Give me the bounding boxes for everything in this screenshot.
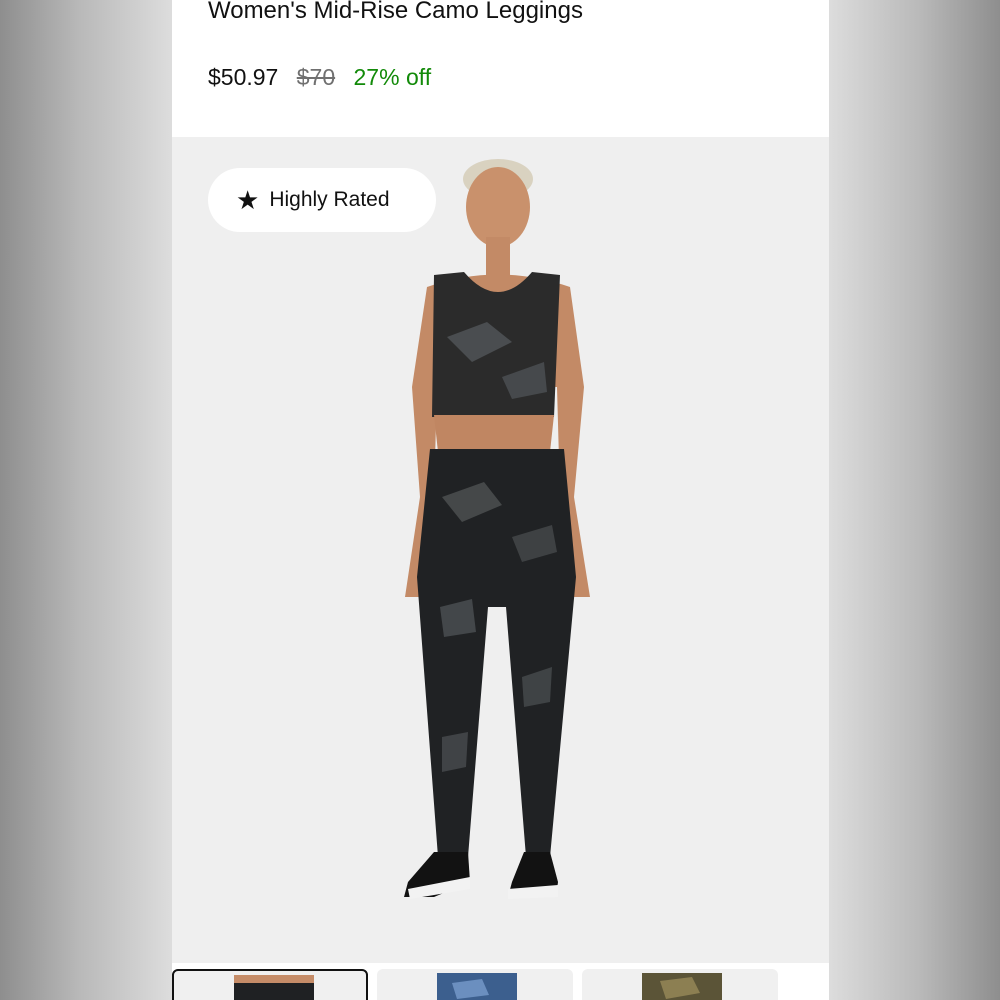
badge-label: Highly Rated (269, 188, 390, 211)
current-price: $50.97 (208, 64, 279, 90)
thumbnail-image (642, 973, 722, 1000)
thumbnail-strip (172, 963, 829, 1000)
model-figure (404, 159, 590, 899)
thumbnail-black-camo[interactable] (172, 969, 368, 1000)
thumbnail-image (234, 975, 314, 1000)
price-row: $50.97 $70 27% off (208, 64, 443, 91)
thumbnail-image (437, 973, 517, 1000)
thumbnail-blue-camo[interactable] (377, 969, 573, 1000)
star-icon: ★ (236, 185, 260, 215)
thumbnail-olive-camo[interactable] (582, 969, 778, 1000)
original-price: $70 (296, 64, 336, 90)
highly-rated-badge: ★ Highly Rated (208, 168, 436, 232)
product-screen: Women's Mid-Rise Camo Leggings $50.97 $7… (172, 0, 829, 1000)
product-header: Women's Mid-Rise Camo Leggings $50.97 $7… (172, 0, 829, 137)
discount-label: 27% off (353, 64, 432, 90)
product-title: Women's Mid-Rise Camo Leggings (208, 0, 583, 24)
product-image[interactable]: ★ Highly Rated (172, 137, 829, 963)
